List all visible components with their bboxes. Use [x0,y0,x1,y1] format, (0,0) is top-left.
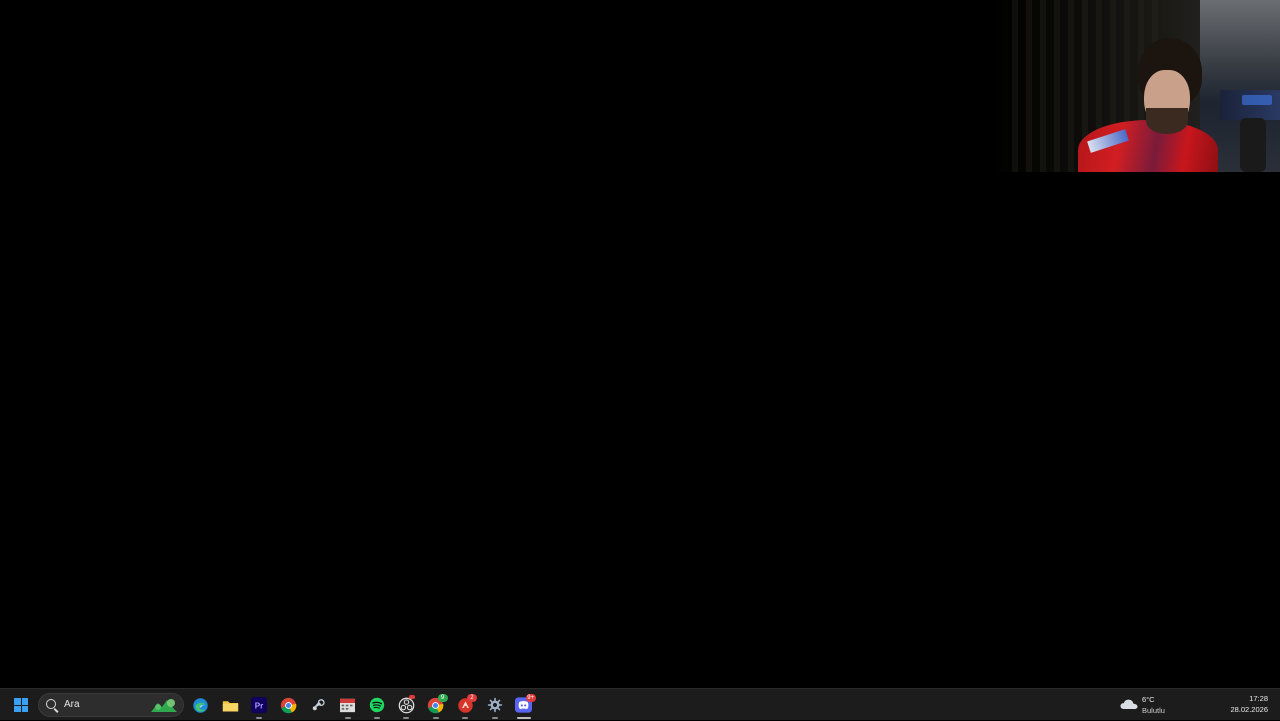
obs-icon [398,697,415,713]
webcam-monitor-glow [1242,95,1272,105]
taskbar-app-calendar[interactable] [333,689,362,721]
notification-badge: 2 [466,694,477,702]
running-indicator [344,717,351,719]
clock-time: 17:28 [1249,694,1268,703]
taskbar-app-spotify[interactable] [362,689,391,721]
spotify-icon [369,697,385,713]
weather-widget[interactable]: 6°C Bulutlu [1118,693,1180,717]
webcam-person-beard [1146,108,1188,134]
running-indicator [256,717,263,719]
settings-gear-icon [487,697,502,713]
taskbar-app-chrome[interactable] [274,689,303,721]
clock-date: 28.02.2026 [1230,705,1268,714]
taskbar-app-premiere-pro[interactable]: Pr [245,689,274,721]
taskbar-app-settings[interactable] [480,689,509,721]
steam-icon [312,699,325,711]
chrome-icon [281,697,297,713]
taskbar-app-edge[interactable] [186,689,215,721]
cloud-icon [1120,699,1138,709]
taskbar-app-red[interactable]: 2 [451,689,480,721]
calendar-app-icon [340,698,356,712]
premiere-pro-icon: Pr [251,697,268,713]
weather-temperature: 6°C [1142,695,1155,704]
taskbar-apps: Pr 9 2 9+ [186,689,539,721]
edge-icon [193,697,208,713]
search-icon [46,699,56,709]
taskbar-app-steam[interactable] [304,689,333,721]
running-indicator [432,717,439,719]
svg-text:Pr: Pr [255,702,263,711]
webcam-chair [1240,118,1266,172]
running-indicator [462,717,469,719]
taskbar: Ara Pr 9 2 9+ 6°C Bulutlu 17:28 28.02.20… [0,688,1280,720]
windows-logo-icon [14,698,28,712]
running-indicator [403,717,410,719]
weather-condition: Bulutlu [1142,706,1165,715]
desktop-background [0,0,1280,688]
search-highlight-icon [151,699,177,712]
running-indicator [374,717,381,719]
running-indicator [491,717,498,719]
taskbar-app-obs[interactable] [392,689,421,721]
notification-badge: 9 [437,694,448,702]
system-clock[interactable]: 17:28 28.02.2026 [1230,693,1268,715]
notification-dot [409,695,416,699]
search-box[interactable]: Ara [38,693,184,717]
taskbar-app-chrome-profile[interactable]: 9 [421,689,450,721]
file-explorer-icon [222,700,238,711]
running-indicator [516,717,531,719]
start-button[interactable] [8,693,34,717]
taskbar-app-file-explorer[interactable] [215,689,244,721]
search-placeholder: Ara [64,699,80,710]
notification-badge: 9+ [525,694,536,702]
taskbar-app-discord[interactable]: 9+ [509,689,538,721]
webcam-overlay [992,0,1280,172]
